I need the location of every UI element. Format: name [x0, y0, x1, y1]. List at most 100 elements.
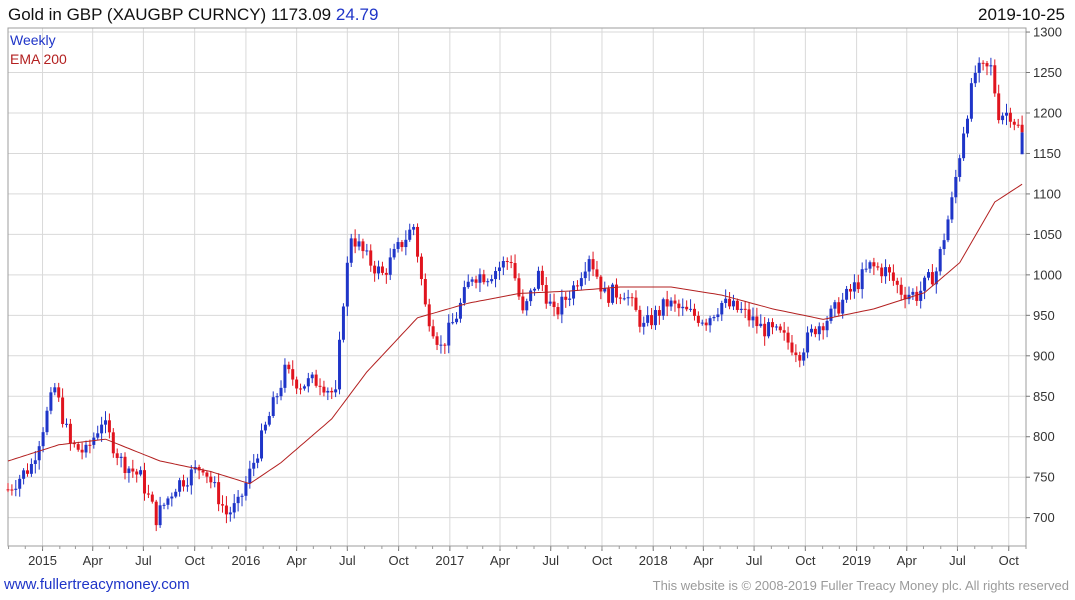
candle-body [923, 277, 927, 291]
candle-body [521, 296, 525, 311]
candle-body [345, 262, 349, 307]
candle-body [256, 458, 260, 463]
candle-body [26, 470, 30, 474]
x-tick-label: Jul [746, 553, 763, 568]
candle-body [224, 505, 228, 515]
y-tick-label: 800 [1033, 429, 1055, 444]
candle-body [396, 242, 400, 249]
candle-body [650, 315, 654, 326]
candle-body [942, 240, 946, 250]
y-tick-label: 1300 [1033, 25, 1062, 40]
candle-body [954, 176, 958, 198]
candle-body [338, 339, 342, 390]
candle-body [451, 322, 455, 324]
y-tick-label: 950 [1033, 308, 1055, 323]
candle-body [228, 512, 232, 515]
candle-body [626, 297, 630, 299]
candle-body [572, 285, 576, 299]
y-tick-label: 1250 [1033, 65, 1062, 80]
y-tick-label: 900 [1033, 348, 1055, 363]
candle-body [782, 330, 786, 333]
candle-body [131, 468, 135, 472]
candle-body [767, 322, 771, 337]
candle-body [806, 332, 810, 353]
x-tick-label: Oct [592, 553, 613, 568]
candle-body [443, 344, 447, 346]
candle-body [1001, 115, 1005, 121]
candle-body [677, 303, 681, 309]
candle-body [478, 274, 482, 283]
candle-body [213, 482, 217, 484]
candle-body [267, 416, 271, 425]
candle-body [634, 297, 638, 310]
candle-body [587, 259, 591, 272]
chart-title-text: Gold in GBP (XAUGBP CURNCY) 1173.09 [8, 5, 332, 24]
ema-200-line [7, 183, 1023, 485]
candle-body [322, 386, 326, 393]
chart-title: Gold in GBP (XAUGBP CURNCY) 1173.09 24.7… [8, 5, 378, 25]
candle-body [76, 444, 80, 450]
candle-body [302, 386, 306, 389]
candle-body [638, 309, 642, 327]
candle-body [154, 501, 158, 526]
candle-body [49, 392, 53, 411]
y-tick-label: 850 [1033, 389, 1055, 404]
candle-body [287, 364, 291, 370]
candle-body [950, 197, 954, 220]
site-link[interactable]: www.fullertreacymoney.com [4, 576, 190, 593]
candle-body [127, 468, 131, 474]
candle-body [369, 250, 373, 266]
candle-body [470, 279, 474, 282]
y-tick-label: 1000 [1033, 267, 1062, 282]
candle-body [568, 298, 572, 300]
x-tick-label: Jul [542, 553, 559, 568]
candle-body [911, 291, 915, 295]
candle-body [252, 462, 256, 469]
candle-body [622, 298, 626, 300]
candle-body [642, 322, 646, 327]
candle-body [462, 287, 466, 303]
candle-body [614, 284, 618, 298]
candle-body [751, 316, 755, 321]
candle-body [841, 299, 845, 314]
candle-body [158, 505, 162, 526]
x-tick-label: Oct [388, 553, 409, 568]
candle-body [798, 355, 802, 361]
candle-body [295, 379, 299, 389]
candle-body [45, 410, 49, 433]
candle-body [704, 322, 708, 326]
candle-body [283, 364, 287, 388]
candle-body [969, 83, 973, 119]
candle-body [466, 281, 470, 288]
candle-body [653, 310, 657, 326]
candle-body [1012, 121, 1016, 125]
candle-body [486, 281, 490, 283]
candle-body [22, 470, 26, 479]
candle-body [1008, 112, 1012, 122]
candle-body [544, 285, 548, 304]
candle-body [747, 309, 751, 321]
candle-body [57, 387, 61, 398]
x-tick-label: Jul [949, 553, 966, 568]
candle-body [661, 299, 665, 316]
candle-body [794, 352, 798, 356]
candle-body [989, 65, 993, 67]
candle-body [665, 299, 669, 307]
candle-body [68, 423, 72, 443]
candle-body [388, 257, 392, 275]
candle-body [447, 322, 451, 346]
candle-body [427, 304, 431, 327]
candle-body [341, 306, 345, 340]
candle-body [221, 504, 225, 506]
candle-body [318, 385, 322, 387]
candle-body [310, 374, 314, 379]
candle-body [595, 269, 599, 277]
candle-body [790, 342, 794, 353]
candle-body [997, 93, 1001, 121]
candle-body [646, 315, 650, 323]
x-tick-label: Apr [287, 553, 308, 568]
x-tick-label: 2016 [231, 553, 260, 568]
candle-body [361, 241, 365, 252]
candle-body [712, 317, 716, 319]
candle-body [926, 272, 930, 278]
